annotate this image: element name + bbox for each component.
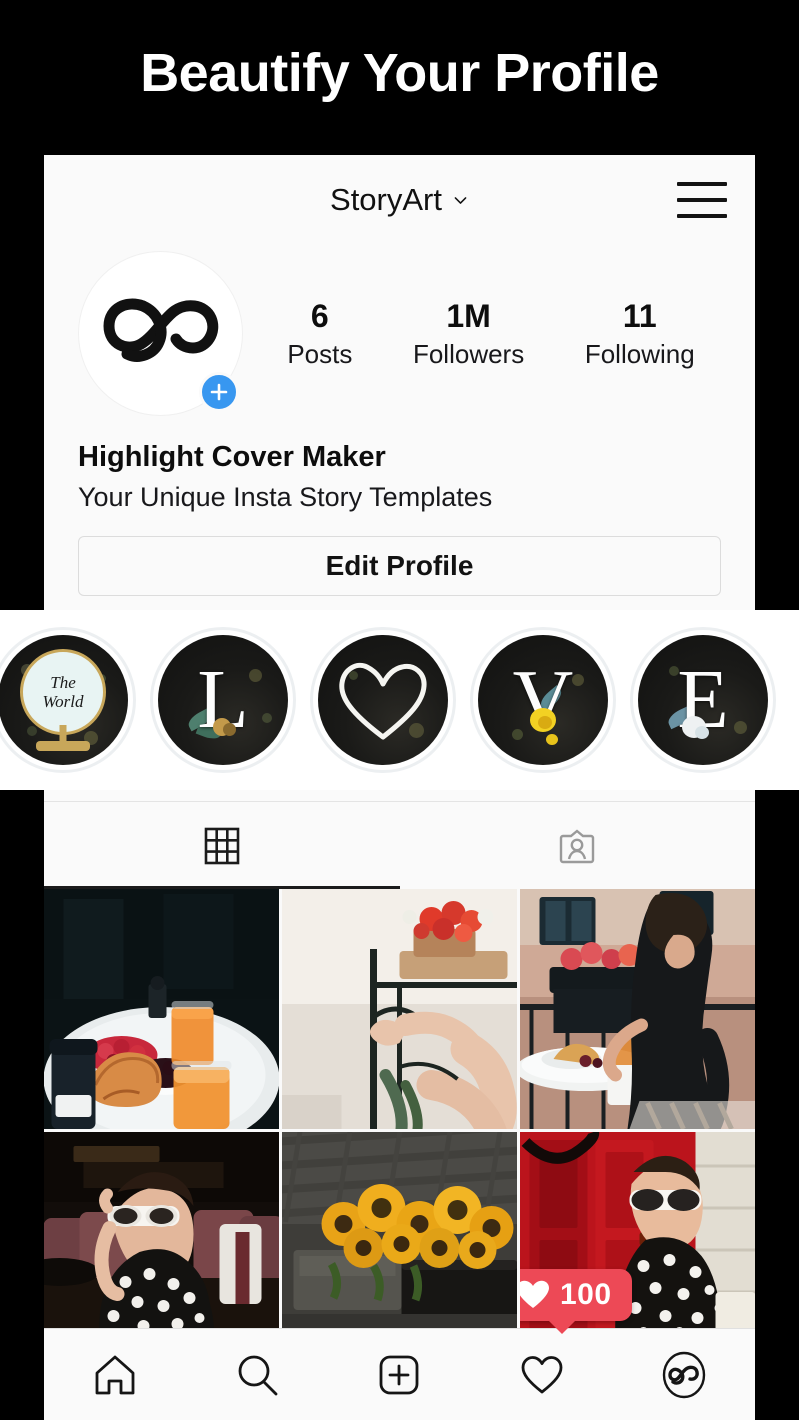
photo-woman-balcony-table bbox=[520, 889, 755, 1129]
profile-bio: Highlight Cover Maker Your Unique Insta … bbox=[44, 416, 755, 516]
add-story-button[interactable] bbox=[199, 372, 239, 412]
bio-description: Your Unique Insta Story Templates bbox=[78, 479, 721, 515]
highlight-letter-l[interactable]: L bbox=[150, 627, 296, 773]
grid-photo-3[interactable] bbox=[520, 889, 755, 1129]
stat-label: Followers bbox=[413, 338, 524, 372]
search-icon bbox=[233, 1351, 281, 1399]
photo-cafe-woman-sunglasses bbox=[44, 1132, 279, 1337]
heart-outline-icon bbox=[518, 1351, 566, 1399]
storyart-logo-avatar bbox=[97, 294, 225, 374]
tab-tagged[interactable] bbox=[400, 802, 756, 889]
edit-profile-button[interactable]: Edit Profile bbox=[78, 536, 721, 596]
nav-home[interactable] bbox=[70, 1345, 160, 1405]
highlight-cover: V bbox=[478, 635, 608, 765]
grid-photo-4[interactable] bbox=[44, 1132, 279, 1337]
hamburger-menu-icon[interactable] bbox=[677, 182, 727, 218]
photo-grid: 100 bbox=[44, 889, 755, 1337]
profile-header-row: 6 Posts 1M Followers 11 Following bbox=[44, 245, 755, 416]
bio-display-name: Highlight Cover Maker bbox=[78, 438, 721, 477]
highlight-letter-e[interactable]: E bbox=[630, 627, 776, 773]
highlight-cover: E bbox=[638, 635, 768, 765]
username-label: StoryArt bbox=[330, 182, 442, 218]
stat-following[interactable]: 11 Following bbox=[585, 296, 695, 372]
home-icon bbox=[91, 1351, 139, 1399]
menu-bar-3 bbox=[677, 214, 727, 218]
bottom-navigation-bar bbox=[44, 1328, 755, 1420]
avatar-container[interactable] bbox=[78, 251, 243, 416]
edit-profile-row: Edit Profile bbox=[44, 516, 755, 596]
stat-posts[interactable]: 6 Posts bbox=[287, 296, 352, 372]
tagged-person-icon bbox=[556, 825, 598, 867]
photo-balcony-flowers bbox=[282, 889, 517, 1129]
storyart-profile-icon bbox=[658, 1349, 710, 1401]
nav-search[interactable] bbox=[212, 1345, 302, 1405]
plus-icon bbox=[208, 381, 230, 403]
stat-label: Posts bbox=[287, 338, 352, 372]
promo-headline: Beautify Your Profile bbox=[0, 44, 799, 103]
promo-screenshot: Beautify Your Profile StoryArt bbox=[0, 0, 799, 1420]
heart-filled-icon bbox=[520, 1280, 550, 1310]
profile-stats: 6 Posts 1M Followers 11 Following bbox=[243, 296, 725, 372]
photo-breakfast-table bbox=[44, 889, 279, 1129]
stat-label: Following bbox=[585, 338, 695, 372]
highlight-cover: L bbox=[158, 635, 288, 765]
like-count-value: 100 bbox=[560, 1278, 612, 1312]
highlight-heart[interactable] bbox=[310, 627, 456, 773]
menu-bar-2 bbox=[677, 198, 727, 202]
highlight-globe[interactable]: The World bbox=[0, 627, 136, 773]
app-top-bar: StoryArt bbox=[44, 155, 755, 245]
profile-tab-bar bbox=[44, 801, 755, 889]
globe-illustration: The World bbox=[20, 649, 106, 735]
grid-photo-2[interactable] bbox=[282, 889, 517, 1129]
globe-caption: The World bbox=[43, 673, 84, 712]
highlight-cover: The World bbox=[0, 635, 128, 765]
nav-profile[interactable] bbox=[639, 1345, 729, 1405]
stat-value: 6 bbox=[287, 296, 352, 336]
stat-value: 1M bbox=[413, 296, 524, 336]
chevron-down-icon bbox=[452, 192, 469, 209]
username-dropdown[interactable]: StoryArt bbox=[330, 182, 469, 218]
like-count-badge: 100 bbox=[520, 1269, 632, 1321]
grid-photo-6[interactable]: 100 bbox=[520, 1132, 755, 1337]
grid-icon bbox=[201, 825, 243, 867]
grid-photo-5[interactable] bbox=[282, 1132, 517, 1337]
photo-sunflowers-street bbox=[282, 1132, 517, 1337]
grid-photo-1[interactable] bbox=[44, 889, 279, 1129]
plus-box-icon bbox=[375, 1351, 423, 1399]
highlight-cover bbox=[318, 635, 448, 765]
stat-value: 11 bbox=[585, 296, 695, 336]
heart-outline-icon bbox=[335, 657, 431, 743]
nav-create[interactable] bbox=[354, 1345, 444, 1405]
tab-grid[interactable] bbox=[44, 802, 400, 889]
globe-stand bbox=[36, 741, 90, 751]
stat-followers[interactable]: 1M Followers bbox=[413, 296, 524, 372]
menu-bar-1 bbox=[677, 182, 727, 186]
nav-activity[interactable] bbox=[497, 1345, 587, 1405]
highlight-letter-v[interactable]: V bbox=[470, 627, 616, 773]
story-highlights-strip: The World L bbox=[0, 610, 799, 790]
